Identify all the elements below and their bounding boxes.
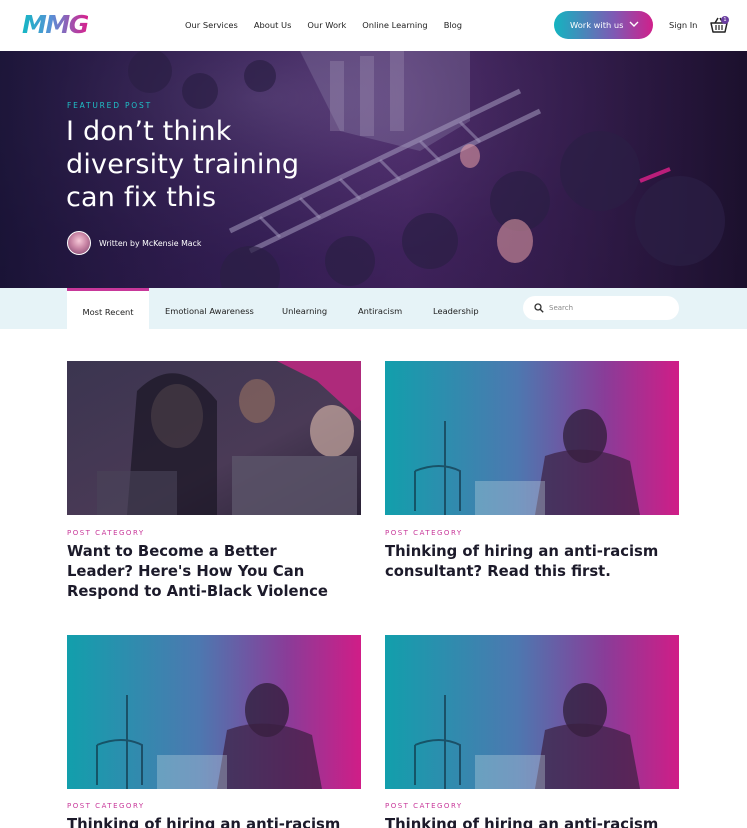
tab-antiracism[interactable]: Antiracism	[358, 288, 402, 329]
nav-our-services[interactable]: Our Services	[185, 19, 238, 31]
post-image[interactable]	[385, 635, 679, 789]
post-image[interactable]	[385, 361, 679, 515]
post-title[interactable]: Thinking of hiring an anti-racism consul…	[385, 815, 665, 828]
featured-hero[interactable]: FEATURED POST I don’t think diversity tr…	[0, 51, 747, 288]
logo[interactable]: MMG	[22, 11, 89, 39]
post-image-art	[385, 635, 679, 789]
post-card[interactable]	[385, 635, 679, 789]
nav-blog[interactable]: Blog	[444, 19, 462, 31]
post-image[interactable]	[67, 635, 361, 789]
post-image[interactable]	[67, 361, 361, 515]
post-category[interactable]: POST CATEGORY	[67, 528, 145, 538]
search-box[interactable]	[523, 296, 679, 320]
featured-post-title[interactable]: I don’t think diversity training can fix…	[66, 115, 326, 214]
post-card[interactable]	[67, 635, 361, 789]
main-nav: Our Services About Us Our Work Online Le…	[185, 19, 478, 31]
post-image-art	[67, 635, 361, 789]
site-header: MMG Our Services About Us Our Work Onlin…	[0, 0, 747, 51]
post-category[interactable]: POST CATEGORY	[385, 801, 463, 811]
nav-online-learning[interactable]: Online Learning	[362, 19, 427, 31]
featured-post-eyebrow: FEATURED POST	[67, 101, 152, 110]
post-image-art	[67, 361, 361, 515]
nav-our-work[interactable]: Our Work	[307, 19, 346, 31]
chevron-down-icon	[629, 21, 639, 27]
search-input[interactable]	[549, 301, 669, 315]
post-image-art	[385, 361, 679, 515]
tab-leadership[interactable]: Leadership	[433, 288, 479, 329]
tab-most-recent[interactable]: Most Recent	[67, 288, 149, 329]
author-avatar	[67, 231, 91, 255]
post-category[interactable]: POST CATEGORY	[385, 528, 463, 538]
sign-in-link[interactable]: Sign In	[669, 19, 697, 31]
search-icon	[534, 303, 544, 313]
tab-emotional-awareness[interactable]: Emotional Awareness	[165, 288, 254, 329]
post-title[interactable]: Thinking of hiring an anti-racism consul…	[385, 542, 665, 582]
work-with-us-label: Work with us	[570, 20, 624, 30]
work-with-us-button[interactable]: Work with us	[554, 11, 653, 39]
post-card[interactable]	[385, 361, 679, 515]
cart-count-badge: 1	[721, 16, 729, 24]
nav-about-us[interactable]: About Us	[254, 19, 292, 31]
post-title[interactable]: Thinking of hiring an anti-racism consul…	[67, 815, 347, 828]
tab-unlearning[interactable]: Unlearning	[282, 288, 327, 329]
post-title[interactable]: Want to Become a Better Leader? Here's H…	[67, 542, 347, 602]
post-category[interactable]: POST CATEGORY	[67, 801, 145, 811]
author-byline: Written by McKensie Mack	[99, 239, 202, 248]
post-card[interactable]	[67, 361, 361, 515]
